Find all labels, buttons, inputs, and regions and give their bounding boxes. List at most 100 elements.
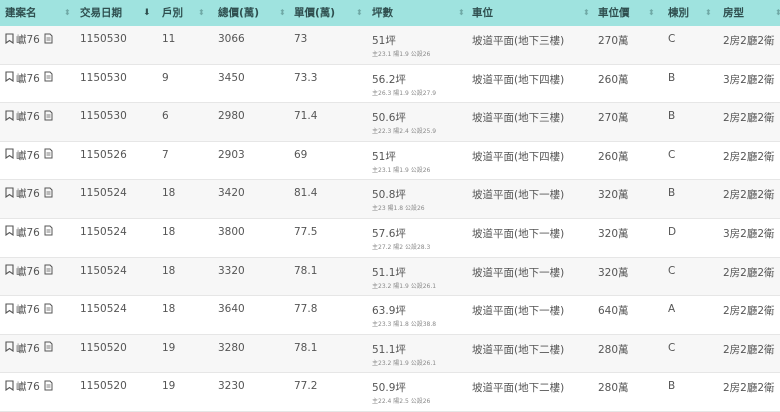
sort-desc-icon[interactable]: ⬇	[143, 0, 151, 26]
header-name[interactable]: 建案名	[5, 0, 37, 26]
table-row[interactable]: 巘76 1150524 18 3640 77.8 63.9坪 坡道平面(地下一樓) 640萬 A…	[0, 296, 780, 335]
document-icon[interactable]	[44, 303, 53, 317]
parking-type-cell: 坡道平面(地下三樓)	[472, 112, 565, 125]
bookmark-icon[interactable]	[5, 187, 14, 201]
area-cell: 51.1坪	[372, 266, 406, 279]
bookmark-icon[interactable]	[5, 225, 14, 239]
total-price-cell: 3640	[218, 303, 245, 316]
header-parking[interactable]: 車位	[472, 0, 493, 26]
bookmark-icon[interactable]	[5, 32, 14, 47]
project-name-cell[interactable]: 巘76	[5, 379, 53, 394]
project-name[interactable]: 巘76	[16, 379, 40, 394]
header-parking_price[interactable]: 車位價	[598, 0, 630, 26]
header-unit[interactable]: 戶別	[162, 0, 183, 26]
project-name[interactable]: 巘76	[16, 302, 40, 317]
area-detail: 主23.3 陽1.8 公設38.8	[372, 321, 437, 329]
project-name[interactable]: 巘76	[16, 148, 40, 163]
room-layout-cell: 2房2廳2衛	[723, 189, 775, 202]
room-layout-cell: 3房2廳2衛	[723, 73, 775, 86]
parking-price-cell: 280萬	[598, 382, 629, 395]
table-row[interactable]: 巘76 1150524 18 3320 78.1 51.1坪 坡道平面(地下一樓) 320萬 C…	[0, 257, 780, 297]
header-total[interactable]: 總價(萬)	[218, 0, 259, 26]
header-unit_price[interactable]: 單價(萬)	[294, 0, 335, 26]
unit-price-cell: 77.5	[294, 225, 318, 238]
table-row[interactable]: 巘76 1150524 18 3420 81.4 50.8坪 坡道平面(地下一樓) 320萬 B…	[0, 180, 780, 219]
project-name-cell[interactable]: 巘76	[5, 148, 53, 163]
project-name[interactable]: 巘76	[16, 225, 40, 240]
project-name[interactable]: 巘76	[16, 71, 40, 86]
building-cell: B	[668, 187, 676, 200]
table-row[interactable]: 巘76 1150520 19 3280 78.1 51.1坪 坡道平面(地下二樓) 280萬 C…	[0, 334, 780, 374]
document-icon[interactable]	[44, 380, 53, 394]
bookmark-icon[interactable]	[5, 380, 14, 394]
bookmark-icon[interactable]	[5, 303, 14, 317]
table-row[interactable]: 巘76 1150530 9 3450 73.3 56.2坪 坡道平面(地下四樓) 260萬 B 3…	[0, 64, 780, 104]
sort-icon[interactable]: ⬍	[198, 0, 205, 26]
table-row[interactable]: 巘76 1150524 18 3800 77.5 57.6坪 坡道平面(地下一樓) 320萬 D…	[0, 218, 780, 258]
project-name-cell[interactable]: 巘76	[5, 186, 53, 201]
area-cell: 51坪	[372, 150, 396, 163]
bookmark-icon[interactable]	[5, 71, 14, 85]
document-icon[interactable]	[44, 33, 53, 47]
document-icon[interactable]	[44, 71, 53, 85]
sort-icon[interactable]: ⬍	[583, 0, 590, 26]
project-name-cell[interactable]: 巘76	[5, 341, 53, 356]
area-detail: 主23.1 陽1.9 公設26	[372, 166, 431, 174]
bookmark-icon[interactable]	[5, 110, 14, 124]
building-cell: D	[668, 225, 677, 238]
unit-number-cell: 18	[162, 303, 176, 316]
project-name[interactable]: 巘76	[16, 264, 40, 279]
document-icon[interactable]	[44, 148, 53, 162]
project-name-cell[interactable]: 巘76	[5, 32, 53, 47]
project-name[interactable]: 巘76	[16, 32, 40, 47]
project-name[interactable]: 巘76	[16, 341, 40, 356]
project-name-cell[interactable]: 巘76	[5, 71, 53, 86]
total-price-cell: 3066	[218, 33, 245, 45]
sort-icon[interactable]: ⬍	[279, 0, 286, 26]
area-cell: 51坪	[372, 35, 396, 47]
document-icon[interactable]	[44, 110, 53, 124]
project-name[interactable]: 巘76	[16, 109, 40, 124]
total-price-cell: 3450	[218, 71, 245, 84]
parking-price-cell: 260萬	[598, 73, 629, 86]
bookmark-icon[interactable]	[5, 341, 14, 355]
unit-price-cell: 78.1	[294, 341, 318, 354]
document-icon[interactable]	[44, 264, 53, 278]
building-cell: C	[668, 264, 676, 277]
header-building[interactable]: 棟別	[668, 0, 689, 26]
table-body: 巘76 1150530 11 3066 73 51坪 坡道平面(地下三樓) 270萬 C 2房2廳…	[0, 26, 780, 412]
parking-price-cell: 320萬	[598, 227, 629, 240]
project-name-cell[interactable]: 巘76	[5, 109, 53, 124]
bookmark-icon[interactable]	[5, 148, 14, 162]
document-icon[interactable]	[44, 225, 53, 239]
sort-icon[interactable]: ⬍	[458, 0, 465, 26]
table-row[interactable]: 巘76 1150520 19 3230 77.2 50.9坪 坡道平面(地下二樓) 280萬 B…	[0, 373, 780, 412]
sort-icon[interactable]: ⬍	[648, 0, 655, 26]
total-price-cell: 3280	[218, 341, 245, 354]
area-cell: 50.9坪	[372, 382, 406, 395]
document-icon[interactable]	[44, 341, 53, 355]
sort-icon[interactable]: ⬍	[705, 0, 712, 26]
project-name-cell[interactable]: 巘76	[5, 264, 53, 279]
sort-icon[interactable]: ⬍	[64, 0, 71, 26]
bookmark-icon[interactable]	[5, 264, 14, 278]
header-area[interactable]: 坪數	[372, 0, 393, 26]
unit-price-cell: 77.8	[294, 303, 318, 316]
document-icon[interactable]	[44, 187, 53, 201]
project-name-cell[interactable]: 巘76	[5, 302, 53, 317]
header-date[interactable]: 交易日期	[80, 0, 122, 26]
area-cell: 50.6坪	[372, 112, 406, 125]
project-name-cell[interactable]: 巘76	[5, 225, 53, 240]
header-layout[interactable]: 房型	[723, 0, 744, 26]
building-cell: B	[668, 71, 676, 84]
project-name[interactable]: 巘76	[16, 186, 40, 201]
table-row[interactable]: 巘76 1150530 6 2980 71.4 50.6坪 坡道平面(地下三樓) 270萬 B 2…	[0, 103, 780, 142]
total-price-cell: 3800	[218, 225, 245, 238]
sort-icon[interactable]: ⬍	[775, 0, 780, 26]
sort-icon[interactable]: ⬍	[356, 0, 363, 26]
table-row[interactable]: 巘76 1150530 11 3066 73 51坪 坡道平面(地下三樓) 270萬 C 2房2廳…	[0, 26, 780, 65]
unit-number-cell: 18	[162, 225, 176, 238]
unit-number-cell: 9	[162, 71, 169, 84]
room-layout-cell: 2房2廳2衛	[723, 305, 775, 318]
table-row[interactable]: 巘76 1150526 7 2903 69 51坪 坡道平面(地下四樓) 260萬 C 2房2廳2…	[0, 141, 780, 181]
